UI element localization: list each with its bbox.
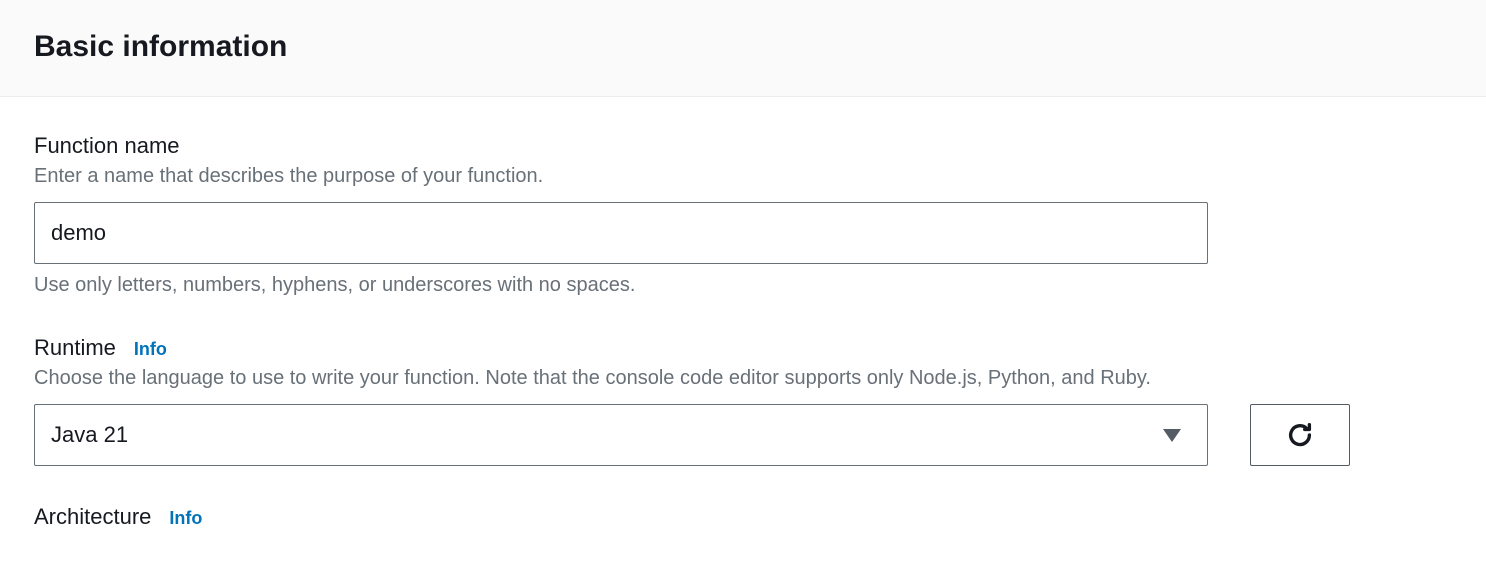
runtime-field: Runtime Info Choose the language to use … [34,335,1452,466]
runtime-selected-value: Java 21 [51,422,128,448]
function-name-field: Function name Enter a name that describe… [34,133,1452,297]
panel-header: Basic information [0,0,1486,97]
function-name-input[interactable] [34,202,1208,264]
runtime-info-link[interactable]: Info [134,339,167,360]
architecture-label: Architecture [34,504,151,530]
architecture-info-link[interactable]: Info [169,508,202,529]
runtime-select[interactable]: Java 21 [34,404,1208,466]
panel-content: Function name Enter a name that describe… [0,97,1486,530]
function-name-label: Function name [34,133,180,159]
chevron-down-icon [1163,429,1181,442]
function-name-constraint: Use only letters, numbers, hyphens, or u… [34,274,1452,297]
refresh-icon [1285,420,1315,450]
panel-title: Basic information [34,30,1452,64]
architecture-field: Architecture Info [34,504,1452,530]
runtime-label: Runtime [34,335,116,361]
refresh-button[interactable] [1250,404,1350,466]
function-name-description: Enter a name that describes the purpose … [34,165,1452,188]
runtime-description: Choose the language to use to write your… [34,367,1452,390]
